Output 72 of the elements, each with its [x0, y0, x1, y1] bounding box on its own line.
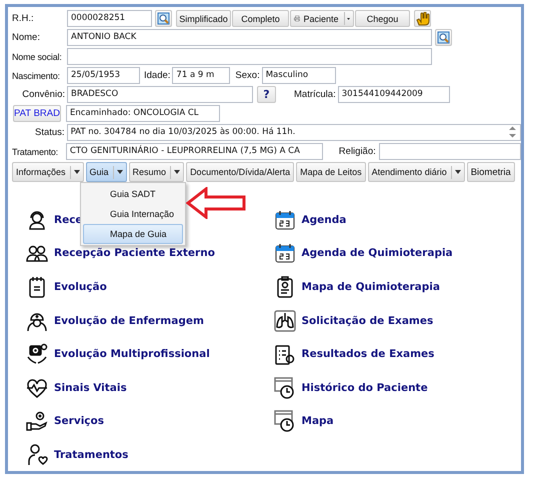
input-field[interactable]: [378, 143, 521, 160]
toolbar-button[interactable]: Documento/Dívida/Alerta: [186, 162, 294, 182]
person-icon: [26, 444, 48, 466]
spinner-arrows-icon[interactable]: [509, 126, 516, 138]
hand-icon: [26, 410, 48, 432]
search-button[interactable]: [435, 29, 452, 46]
field-label: Idade:: [144, 70, 170, 81]
field-label: Status:: [34, 127, 66, 138]
caret-icon: [174, 170, 180, 174]
menu-link[interactable]: Agenda de Quimioterapia: [302, 247, 453, 260]
menu-link[interactable]: Sinais Vitais: [54, 382, 127, 394]
input-field[interactable]: 301544109442009: [338, 86, 450, 103]
toolbar-button[interactable]: Biometria: [466, 162, 515, 182]
printer-icon: [294, 13, 300, 24]
input-field[interactable]: CTO GENITURINÁRIO - LEUPRORRELINA (7,5 MG) A CA: [66, 143, 323, 160]
caret-icon: [347, 16, 350, 20]
pat-button[interactable]: PAT BRAD: [13, 105, 61, 122]
help-button[interactable]: ?: [257, 86, 276, 103]
field-label: Sexo:: [235, 70, 260, 81]
calendar-icon: [274, 208, 296, 231]
menu-item[interactable]: Guia Internação: [83, 204, 183, 224]
menu-link[interactable]: Solicitação de Exames: [302, 314, 434, 327]
heart-icon: [26, 376, 48, 399]
split-button[interactable]: Resumo: [128, 162, 184, 182]
input-field[interactable]: Encaminhado: ONCOLOGIA CL: [66, 105, 220, 122]
input-field[interactable]: [67, 48, 432, 65]
history-icon: [274, 376, 296, 399]
calendar-icon: [274, 242, 296, 264]
field-label: Tratamento:: [12, 146, 59, 156]
split-button[interactable]: Guia: [86, 162, 127, 182]
menu-link[interactable]: Mapa de Quimioterapia: [302, 280, 440, 293]
menu-link[interactable]: Mapa: [302, 415, 334, 428]
menu-link[interactable]: Histórico do Paciente: [302, 382, 428, 394]
field-label: R.H.:: [12, 13, 35, 24]
input-field[interactable]: ANTONIO BACK: [67, 29, 432, 46]
caret-icon: [116, 170, 123, 174]
field-label: Matrícula:: [294, 89, 336, 100]
menu-item[interactable]: Guia SADT: [83, 184, 183, 204]
menu-link[interactable]: Evolução de Enfermagem: [54, 314, 204, 327]
input-field[interactable]: 71 a 9 m: [172, 67, 230, 84]
input-field[interactable]: Masculino: [262, 67, 336, 84]
menu-link[interactable]: Resultados de Exames: [302, 348, 434, 360]
menu-link[interactable]: Tratamentos: [54, 448, 128, 461]
field-label: Nome:: [12, 32, 41, 43]
history-icon: [274, 410, 296, 432]
menu-link[interactable]: Evolução: [54, 280, 107, 293]
field-label: Nome social:: [12, 52, 63, 62]
field-label: Nascimento:: [12, 70, 61, 80]
split-button[interactable]: Informações: [12, 162, 84, 182]
caret-icon: [454, 170, 461, 174]
menu-link[interactable]: Serviços: [54, 415, 104, 428]
menu-link[interactable]: Evolução Multiprofissional: [54, 348, 210, 360]
lungs-icon: [274, 310, 296, 332]
field-label: Religião:: [338, 146, 376, 157]
input-field[interactable]: 25/05/1953: [67, 67, 140, 84]
field-label: Convênio:: [21, 89, 66, 100]
menu-item[interactable]: Mapa de Guia: [83, 224, 183, 244]
toolbar-button[interactable]: Mapa de Leitos: [296, 162, 366, 182]
menu-link[interactable]: Agenda: [302, 214, 346, 226]
input-field[interactable]: BRADESCO: [67, 86, 253, 103]
print-button[interactable]: Paciente: [290, 10, 354, 27]
toolbar-button[interactable]: Chegou: [355, 10, 410, 27]
toolbar-button[interactable]: Completo: [232, 10, 289, 27]
toolbar-button[interactable]: Simplificado: [176, 10, 231, 27]
input-field[interactable]: 0000028251: [67, 10, 152, 27]
status-field[interactable]: PAT no. 304784 no dia 10/03/2025 às 00:00. Há 11h.: [66, 124, 521, 141]
split-button[interactable]: Atendimento diário: [368, 162, 465, 182]
hand-button[interactable]: [414, 10, 431, 27]
menu-link[interactable]: Recepção Paciente Externo: [54, 247, 215, 260]
search-button[interactable]: [155, 10, 172, 27]
caret-icon: [74, 170, 80, 174]
checklist-icon: [274, 343, 296, 366]
